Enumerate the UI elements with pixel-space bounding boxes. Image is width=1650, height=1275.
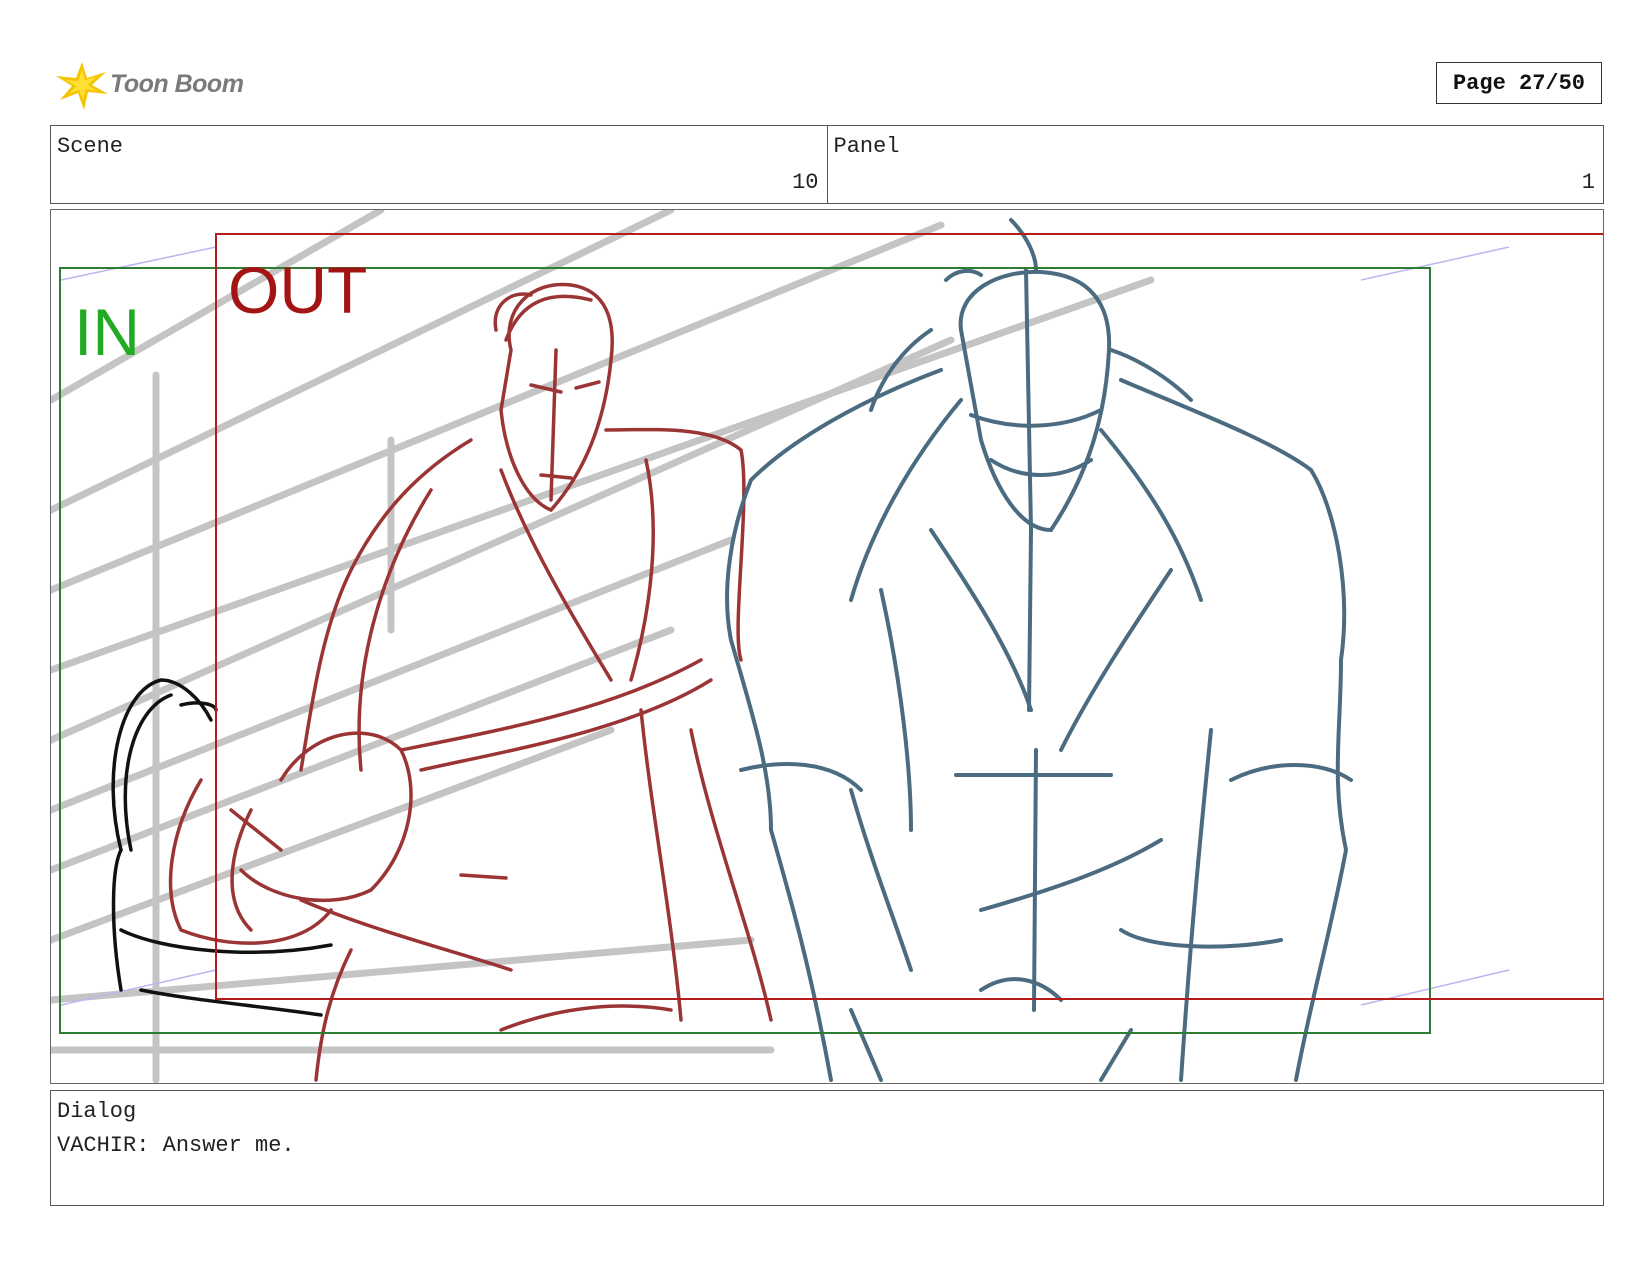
scene-label: Scene [57,134,124,159]
dialog-label: Dialog [57,1099,137,1124]
page-counter: Page 27/50 [1436,62,1602,104]
panel-cell: Panel 1 [826,126,1604,203]
scene-cell: Scene 10 [51,126,827,203]
dialog-text: VACHIR: Answer me. [57,1133,295,1158]
out-frame-label: OUT [228,253,367,327]
toon-boom-logo: Toon Boom [54,58,264,114]
dialog-box: Dialog VACHIR: Answer me. [50,1090,1604,1206]
logo-wordmark: Toon Boom [110,70,244,98]
panel-number: 1 [1581,170,1595,195]
panel-sketch: IN OUT [51,210,1603,1083]
panel-label: Panel [833,134,900,159]
character-right-sketch [725,218,1353,1082]
scene-number: 10 [792,170,819,195]
scene-panel-info: Scene 10 Panel 1 [50,125,1604,204]
in-frame-label: IN [74,295,140,369]
in-frame [59,267,1431,1034]
storyboard-panel: IN OUT [50,209,1604,1084]
page-counter-text: Page 27/50 [1452,70,1586,96]
starburst-icon [56,62,108,110]
